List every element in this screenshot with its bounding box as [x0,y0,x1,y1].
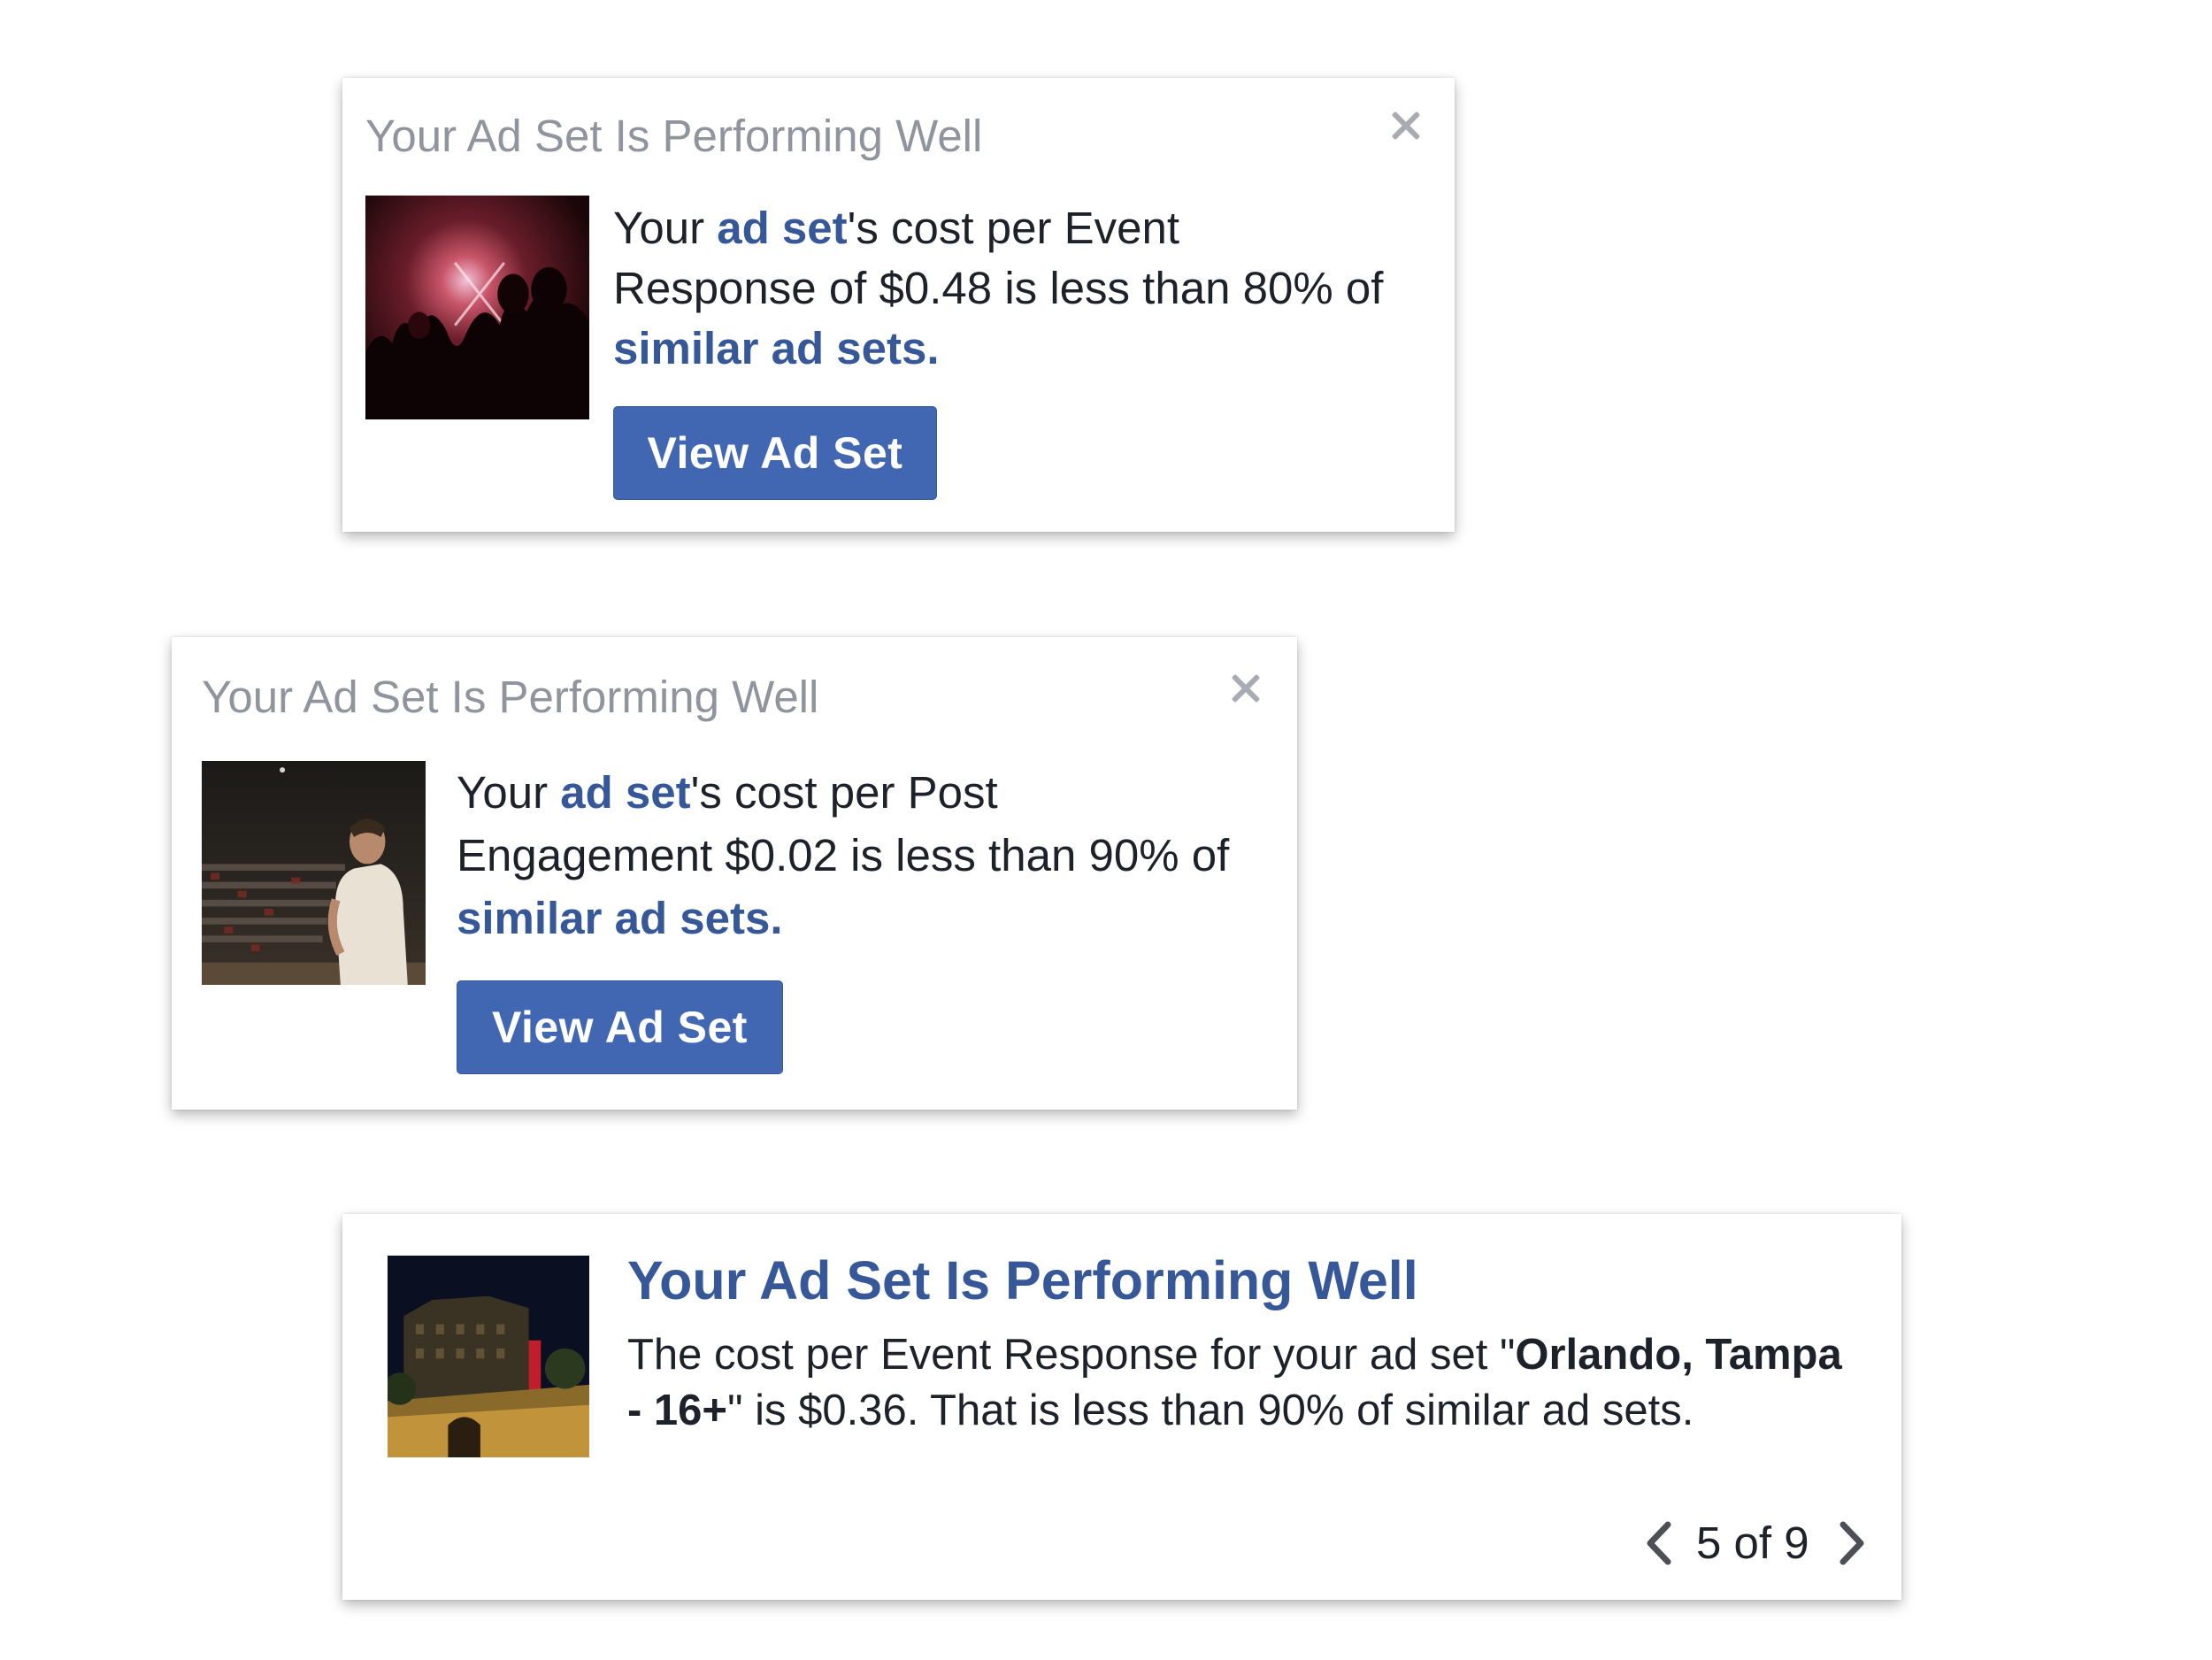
ad-set-link[interactable]: ad set [560,767,690,818]
message-period: . [770,893,783,943]
page-indicator: 5 of 9 [1696,1518,1809,1568]
chevron-left-icon[interactable] [1641,1519,1677,1567]
message-text: The cost per Event Response for your ad … [627,1331,1516,1379]
theater-building-night-image [388,1256,589,1457]
chevron-right-icon[interactable] [1834,1519,1870,1567]
ad-set-link[interactable]: ad set [717,203,847,253]
similar-ad-sets-link[interactable]: similar ad sets [613,323,926,373]
message-text: " is $0.36. That is less than 90% of sim… [727,1387,1694,1434]
card-title: Your Ad Set Is Performing Well [202,672,819,722]
performer-on-stage-image [202,761,426,985]
concert-crowd-image [365,196,589,419]
card-title: Your Ad Set Is Performing Well [365,111,983,161]
card-message: The cost per Event Response for your ad … [627,1327,1848,1439]
notification-card-orlando: Your Ad Set Is Performing Well The cost … [342,1214,1901,1600]
pagination: 5 of 9 [1641,1517,1870,1569]
view-ad-set-button[interactable]: View Ad Set [613,406,937,500]
notification-card-post-engagement: Your Ad Set Is Performing Well Your ad s… [172,637,1297,1110]
notification-card-event-response: Your Ad Set Is Performing Well Your ad s… [342,78,1455,532]
message-text: Your [457,767,561,818]
close-icon[interactable] [1386,106,1425,145]
message-period: . [926,323,940,373]
close-icon[interactable] [1226,669,1265,708]
card-title[interactable]: Your Ad Set Is Performing Well [627,1249,1418,1311]
card-message: Your ad set's cost per Post Engagement $… [457,761,1253,949]
view-ad-set-button[interactable]: View Ad Set [457,980,783,1074]
message-text: Your [613,203,718,253]
card-message: Your ad set's cost per Event Response of… [613,198,1392,379]
similar-ad-sets-link[interactable]: similar ad sets [457,893,770,943]
